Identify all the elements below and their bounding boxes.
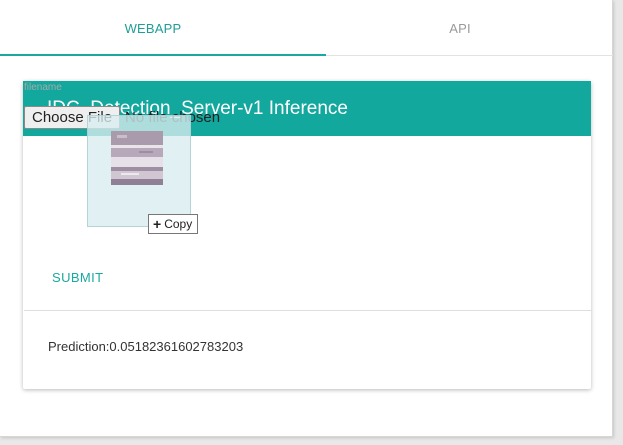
copy-tooltip-label: Copy (164, 217, 193, 231)
tab-webapp[interactable]: WEBAPP (0, 0, 306, 56)
active-tab-indicator (0, 54, 326, 56)
submit-button[interactable]: SUBMIT (52, 270, 104, 285)
image-thumbnail (111, 131, 163, 185)
filename-label: filename (24, 82, 62, 93)
tab-bar: WEBAPP API (0, 0, 613, 56)
copy-tooltip: + Copy (148, 214, 199, 234)
plus-icon: + (153, 216, 162, 232)
divider (24, 310, 591, 311)
tab-api[interactable]: API (307, 0, 613, 56)
prediction-result: Prediction:0.05182361602783203 (48, 339, 244, 354)
